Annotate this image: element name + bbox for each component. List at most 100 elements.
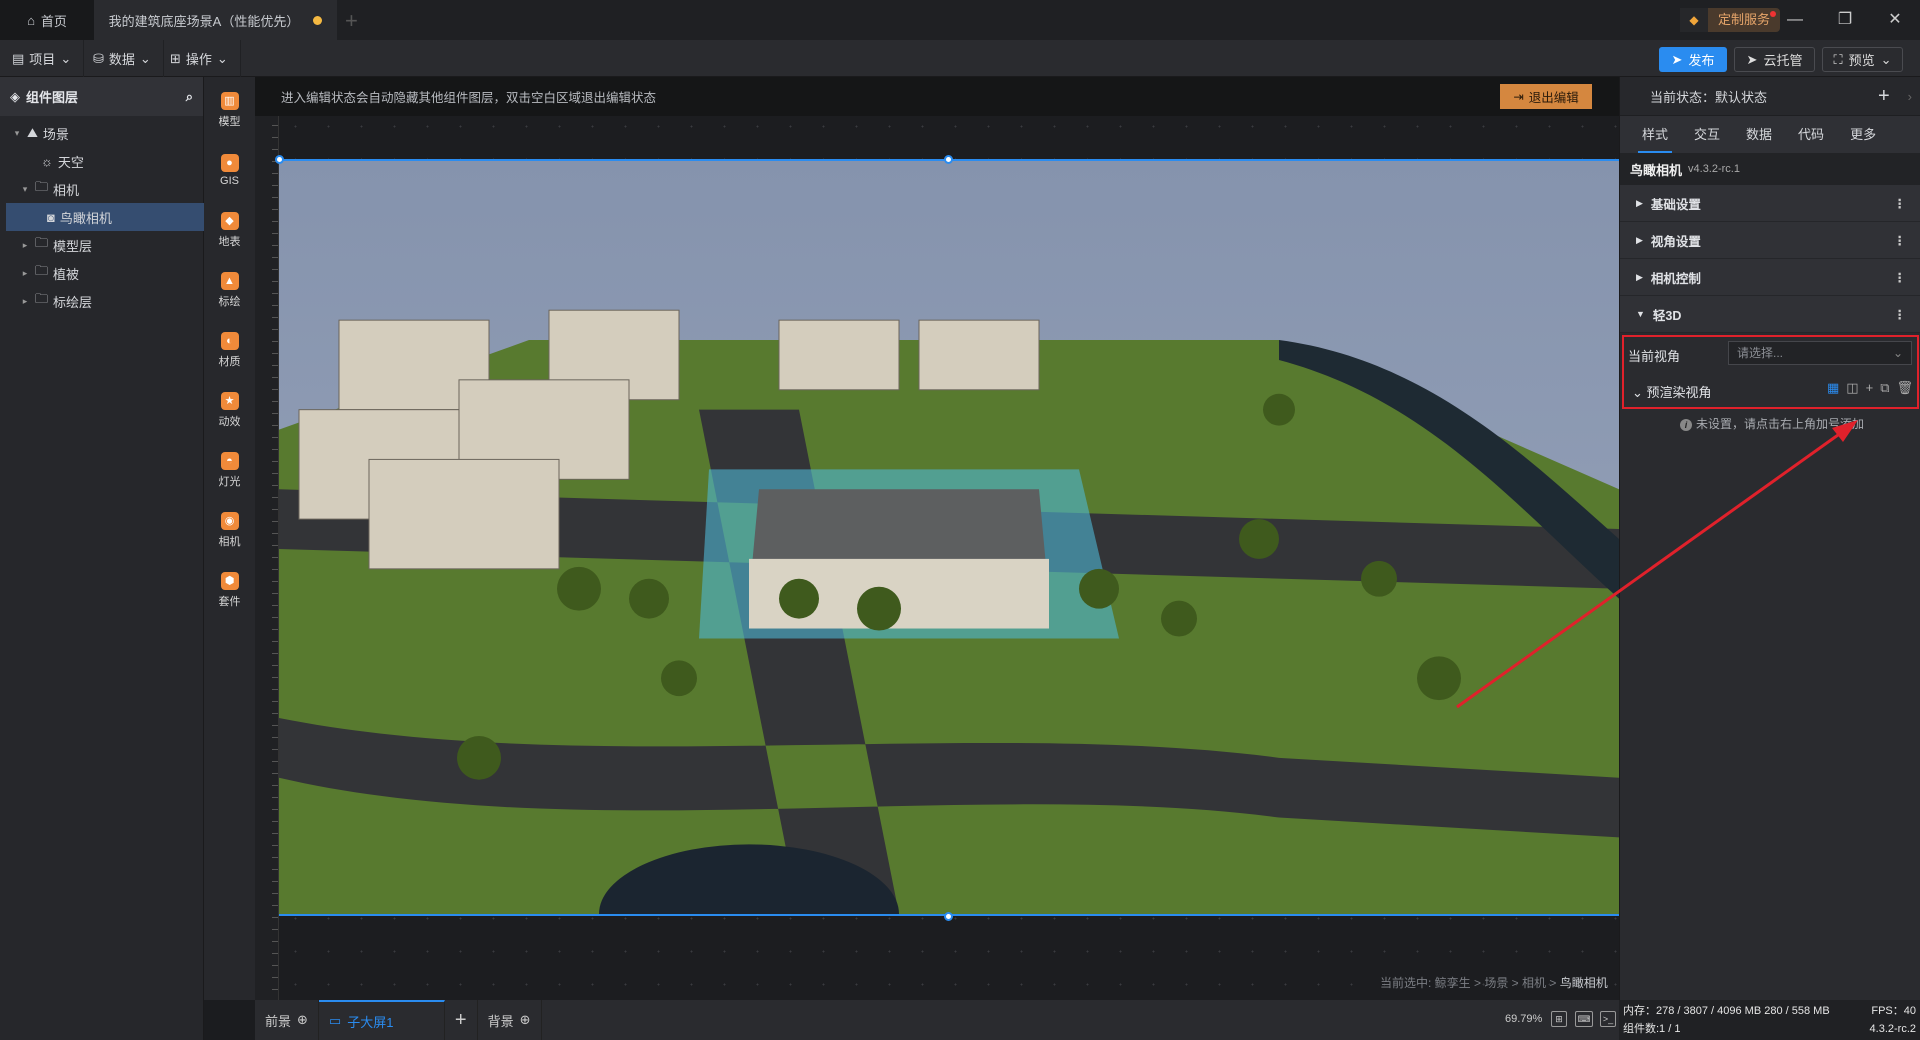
folder-icon: 🗀 <box>35 235 49 250</box>
scene-icon: ⛰ <box>27 125 38 140</box>
current-view-select[interactable]: 请选择... ⌄ <box>1728 341 1912 365</box>
tool-label: 相机 <box>218 535 241 548</box>
caret-icon[interactable]: ▾ <box>12 128 22 139</box>
property-tabs: 样式 交互 数据 代码 更多 <box>1620 116 1920 153</box>
menu-operation[interactable]: ⊞ 操作 ⌄ <box>158 40 241 77</box>
tool-3[interactable]: ▲ 标绘 <box>204 261 255 319</box>
more-vertical-icon[interactable]: ⋮ <box>1894 307 1907 322</box>
property-tab[interactable]: 代码 <box>1794 116 1828 153</box>
caret-right-icon: ▶ <box>1636 271 1643 282</box>
tab-scene[interactable]: 我的建筑底座场景A（性能优先） <box>94 0 337 40</box>
tool-0[interactable]: ▥ 模型 <box>204 81 255 139</box>
cloud-hosting-button[interactable]: ➤ 云托管 <box>1734 47 1815 72</box>
card-view-icon[interactable]: ◫ <box>1846 380 1858 396</box>
caret-icon[interactable]: ▾ <box>20 184 30 195</box>
tool-2[interactable]: ◆ 地表 <box>204 201 255 259</box>
section-label: 轻3D <box>1652 308 1682 323</box>
layer-tree-label: 天空 <box>57 154 84 170</box>
tool-label: 套件 <box>218 595 241 608</box>
copy-icon[interactable]: ⧉ <box>1880 380 1889 396</box>
fit-screen-icon[interactable]: ⊞ <box>1551 1011 1567 1027</box>
tool-label: 标绘 <box>218 295 241 308</box>
sky-icon: ☼ <box>41 153 53 169</box>
unsaved-dot-icon <box>313 15 323 25</box>
keyboard-icon[interactable]: ⌨ <box>1575 1011 1593 1027</box>
settings-section[interactable]: ▶ 相机控制 ⋮ <box>1620 259 1920 296</box>
exit-edit-button[interactable]: ⇥ 退出编辑 <box>1500 84 1592 109</box>
settings-section[interactable]: ▶ 基础设置 ⋮ <box>1620 185 1920 222</box>
add-circle-icon[interactable]: ⊕ <box>297 1012 308 1028</box>
more-vertical-icon[interactable]: ⋮ <box>1894 270 1907 285</box>
caret-icon[interactable]: ▸ <box>20 268 30 279</box>
property-tab[interactable]: 样式 <box>1638 116 1673 153</box>
menu-project[interactable]: ▤ 项目 ⌄ <box>0 40 85 77</box>
component-title: 鸟瞰相机 v4.3.2-rc.1 <box>1620 153 1920 185</box>
title-bar: ⌂ 首页 我的建筑底座场景A（性能优先） + ◆ 定制服务 — ❐ ✕ <box>0 0 1920 40</box>
add-state-button[interactable]: + <box>1878 85 1890 108</box>
tool-icon: ▲ <box>220 271 239 290</box>
prerender-view-toggle[interactable]: ⌄ 预渲染视角 <box>1632 382 1712 401</box>
add-screen-button[interactable]: + <box>445 1000 478 1040</box>
search-icon[interactable]: ⌕ <box>186 89 193 105</box>
breadcrumb-path: 当前选中: 鲸孪生 > 场景 > 相机 > <box>1380 976 1560 990</box>
property-tab[interactable]: 交互 <box>1690 116 1724 153</box>
publish-button[interactable]: ➤ 发布 <box>1659 47 1727 72</box>
caret-icon[interactable]: ▸ <box>20 296 30 307</box>
resize-handle[interactable] <box>944 155 953 164</box>
layer-tree-item[interactable]: ☼ 天空 <box>6 147 204 175</box>
database-icon: ⛁ <box>93 50 104 66</box>
caret-right-icon: ▶ <box>1636 234 1643 245</box>
property-tab[interactable]: 数据 <box>1742 116 1776 153</box>
tool-4[interactable]: ◐ 材质 <box>204 321 255 379</box>
tool-8[interactable]: ⬢ 套件 <box>204 561 255 619</box>
add-tab-button[interactable]: + <box>345 8 358 34</box>
layer-tree-item[interactable]: ◙ 鸟瞰相机 <box>6 203 204 231</box>
tab-home-label: 首页 <box>40 13 67 29</box>
preview-button[interactable]: ⛶ 预览 ⌄ <box>1822 47 1903 72</box>
resize-handle[interactable] <box>944 912 953 921</box>
terminal-icon[interactable]: >_ <box>1600 1011 1616 1027</box>
layer-tree-item[interactable]: ▾ ⛰ 场景 <box>6 119 204 147</box>
restore-button[interactable]: ❐ <box>1830 8 1860 32</box>
3d-scene-viewport[interactable] <box>279 159 1619 916</box>
add-icon[interactable]: + <box>1866 380 1874 396</box>
more-vertical-icon[interactable]: ⋮ <box>1894 196 1907 211</box>
menu-data[interactable]: ⛁ 数据 ⌄ <box>81 40 164 77</box>
chevron-down-icon: ⌄ <box>1632 385 1647 400</box>
property-tab[interactable]: 更多 <box>1846 116 1880 153</box>
layer-tree-item[interactable]: ▸ 🗀 模型层 <box>6 231 204 259</box>
tool-7[interactable]: ◉ 相机 <box>204 501 255 559</box>
tab-sub-screen[interactable]: ▭ 子大屏1 <box>318 1000 445 1040</box>
memory-stat: 内存：278 / 3807 / 4096 MB 280 / 558 MB <box>1623 1005 1830 1017</box>
add-circle-icon[interactable]: ⊕ <box>520 1012 531 1028</box>
layer-tree-item[interactable]: ▾ 🗀 相机 <box>6 175 204 203</box>
zoom-level[interactable]: 69.79% <box>1505 1013 1542 1025</box>
chevron-right-icon[interactable]: › <box>1908 89 1912 104</box>
camera-icon: ◙ <box>47 209 55 225</box>
tool-icon: ★ <box>220 391 239 410</box>
tool-5[interactable]: ★ 动效 <box>204 381 255 439</box>
current-state[interactable]: 当前状态：默认状态 <box>1650 87 1767 106</box>
tool-icon: ▥ <box>220 91 239 110</box>
tab-home[interactable]: ⌂ 首页 <box>0 0 94 40</box>
exit-edit-label: 退出编辑 <box>1528 91 1579 105</box>
layer-tree-item[interactable]: ▸ 🗀 标绘层 <box>6 287 204 315</box>
more-vertical-icon[interactable]: ⋮ <box>1894 233 1907 248</box>
tab-background[interactable]: 背景 ⊕ <box>478 1000 542 1040</box>
table-view-icon[interactable]: ▦ <box>1827 380 1839 396</box>
layer-tree-item[interactable]: ▸ 🗀 植被 <box>6 259 204 287</box>
trash-icon[interactable]: 🗑 <box>1896 380 1913 396</box>
tool-6[interactable]: ◓ 灯光 <box>204 441 255 499</box>
settings-section[interactable]: ▶ 视角设置 ⋮ <box>1620 222 1920 259</box>
tool-1[interactable]: ● GIS <box>204 141 255 199</box>
tab-foreground[interactable]: 前景 ⊕ <box>255 1000 319 1040</box>
caret-icon[interactable]: ▸ <box>20 240 30 251</box>
close-button[interactable]: ✕ <box>1880 8 1910 32</box>
resize-handle[interactable] <box>275 155 284 164</box>
breadcrumb-current: 鸟瞰相机 <box>1559 976 1608 990</box>
custom-service-button[interactable]: ◆ 定制服务 <box>1680 8 1781 32</box>
minimize-button[interactable]: — <box>1780 8 1810 32</box>
settings-section[interactable]: ▼ 轻3D ⋮ <box>1620 296 1920 333</box>
prerender-actions: ▦ ◫ + ⧉ 🗑 <box>1827 380 1913 396</box>
folder-icon: 🗀 <box>35 263 49 278</box>
